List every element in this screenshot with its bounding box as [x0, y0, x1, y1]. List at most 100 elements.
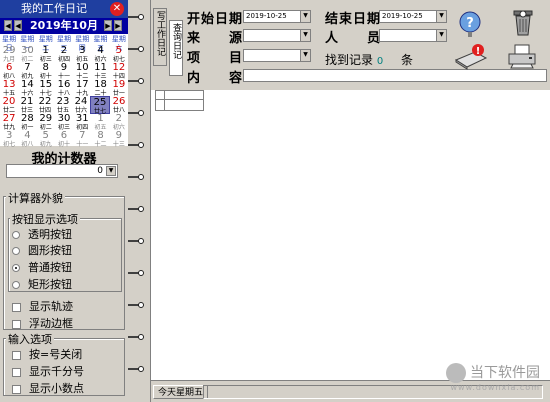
calendar-day[interactable]: 29 初二 — [37, 113, 55, 131]
radio-icon-selected[interactable] — [12, 264, 20, 272]
day-number: 7 — [79, 130, 86, 141]
close-button[interactable]: ✕ — [110, 2, 124, 16]
calendar-day[interactable]: 6 初八 — [0, 62, 18, 80]
calendar-day[interactable]: 16 十八 — [55, 79, 73, 97]
grid-cell[interactable] — [164, 99, 204, 111]
day-number: 18 — [94, 79, 107, 90]
content-input[interactable] — [243, 69, 547, 82]
checkbox-icon[interactable] — [12, 319, 21, 329]
next-month-button[interactable]: ▶ — [104, 20, 112, 31]
calendar-day[interactable]: 5 初九 — [37, 130, 55, 148]
chevron-down-icon[interactable]: ▼ — [436, 30, 446, 41]
calendar-day[interactable]: 11 十三 — [91, 62, 109, 80]
calendar-day[interactable]: 20 廿二 — [0, 96, 18, 114]
calendar-day[interactable]: 1 初五 — [91, 113, 109, 131]
check-float-border[interactable]: 浮动边框 — [12, 315, 73, 331]
chevron-down-icon[interactable]: ▼ — [436, 11, 446, 22]
weekday-label: 星期一 — [20, 35, 35, 52]
checkbox-icon[interactable] — [12, 384, 21, 394]
calendar-day[interactable]: 22 廿四 — [36, 96, 54, 114]
person-select[interactable]: ▼ — [379, 29, 447, 42]
next-year-button[interactable]: ▶ — [114, 20, 122, 31]
check-thousands[interactable]: 显示千分号 — [12, 363, 84, 379]
chevron-down-icon[interactable]: ▼ — [300, 50, 310, 61]
day-number: 22 — [38, 96, 52, 107]
calendar-day[interactable]: 21 廿三 — [18, 96, 36, 114]
item-select[interactable]: ▼ — [243, 49, 311, 62]
radio-rect[interactable]: 矩形按钮 — [12, 276, 72, 292]
start-date-picker[interactable]: 2019-10-25 ▼ — [243, 10, 311, 23]
calendar-day[interactable]: 3 初五 — [73, 45, 91, 63]
tab-write-diary[interactable]: 写工作日记 — [153, 8, 167, 66]
printer-icon[interactable] — [505, 42, 539, 70]
chevron-down-icon[interactable]: ▼ — [106, 166, 116, 176]
prev-month-button[interactable]: ◀ — [14, 20, 22, 31]
calendar-day[interactable]: 6 初十 — [55, 130, 73, 148]
calendar-day[interactable]: 13 十五 — [0, 79, 18, 97]
calendar-day[interactable]: 7 初九 — [18, 62, 36, 80]
chevron-down-icon[interactable]: ▼ — [300, 11, 310, 22]
counter-select[interactable]: 0 ▼ — [6, 164, 118, 178]
calendar-day[interactable]: 31 初四 — [73, 113, 91, 131]
calendar-day[interactable]: 5 初七 — [110, 45, 128, 63]
alert-icon[interactable]: ! — [453, 42, 489, 70]
checkbox-icon[interactable] — [12, 367, 21, 377]
calendar-day[interactable]: 3 初七 — [0, 130, 18, 148]
spiral-ring — [128, 268, 150, 278]
checkbox-icon[interactable] — [12, 302, 21, 312]
radio-icon[interactable] — [12, 281, 20, 289]
radio-icon[interactable] — [12, 247, 20, 255]
calendar-day[interactable]: 9 十一 — [55, 62, 73, 80]
end-date-picker[interactable]: 2019-10-25 ▼ — [379, 10, 447, 23]
tab-label: 写工作日记 — [155, 11, 165, 56]
calendar-day[interactable]: 10 十二 — [73, 62, 91, 80]
calendar-day[interactable]: 23 廿五 — [54, 96, 72, 114]
check-show-track[interactable]: 显示轨迹 — [12, 298, 73, 314]
tab-query-diary[interactable]: 查询日记 — [169, 20, 183, 76]
calendar-day[interactable]: 25 廿七 — [90, 96, 110, 115]
calendar-day[interactable]: 24 廿六 — [72, 96, 90, 114]
day-number: 23 — [56, 96, 70, 107]
calendar-day[interactable]: 17 十九 — [73, 79, 91, 97]
prev-year-button[interactable]: ◀ — [4, 20, 12, 31]
calendar-day[interactable]: 7 十一 — [73, 130, 91, 148]
calendar-day[interactable]: 19 廿一 — [110, 79, 128, 97]
calendar-day[interactable]: 12 十四 — [110, 62, 128, 80]
calendar-day[interactable]: 14 十六 — [18, 79, 36, 97]
chevron-down-icon[interactable]: ▼ — [300, 30, 310, 41]
calendar-day[interactable]: 29 九月 — [0, 45, 18, 63]
check-decimal[interactable]: 显示小数点 — [12, 380, 84, 396]
calendar-day[interactable]: 2 初六 — [110, 113, 128, 131]
radio-icon[interactable] — [12, 231, 20, 239]
day-number: 25 — [93, 97, 107, 108]
source-select[interactable]: ▼ — [243, 29, 311, 42]
calendar-day[interactable]: 4 初八 — [18, 130, 36, 148]
calendar-day[interactable]: 30 初三 — [55, 113, 73, 131]
calendar-day[interactable]: 28 初一 — [18, 113, 36, 131]
calendar-day[interactable]: 26 廿八 — [110, 96, 128, 114]
records-grid[interactable] — [151, 90, 550, 380]
calendar-day[interactable]: 30 初二 — [18, 45, 36, 63]
lunar-day: 十一 — [76, 141, 89, 148]
day-number: 30 — [57, 113, 71, 124]
trash-icon[interactable] — [507, 6, 539, 38]
calendar-day[interactable]: 9 十三 — [110, 130, 128, 148]
calendar-day[interactable]: 1 初三 — [37, 45, 55, 63]
check-equal-close[interactable]: 按=号关闭 — [12, 346, 82, 362]
help-icon[interactable]: ? — [455, 8, 485, 38]
radio-normal[interactable]: 普通按钮 — [12, 259, 72, 275]
calendar-day[interactable]: 4 初六 — [91, 45, 109, 63]
radio-transparent[interactable]: 透明按钮 — [12, 226, 72, 242]
calendar-day[interactable]: 15 十七 — [37, 79, 55, 97]
radio-round[interactable]: 圆形按钮 — [12, 242, 72, 258]
calendar-day[interactable]: 2 初四 — [55, 45, 73, 63]
day-number: 30 — [21, 45, 34, 56]
day-number: 29 — [39, 113, 53, 124]
lunar-day: 十三 — [112, 141, 125, 148]
calendar-day[interactable]: 27 廿九 — [0, 113, 18, 131]
tab-column: 写工作日记 查询日记 — [151, 0, 185, 90]
calendar-day[interactable]: 8 十二 — [91, 130, 109, 148]
checkbox-icon[interactable] — [12, 350, 21, 360]
calendar-day[interactable]: 18 二十 — [91, 79, 109, 97]
calendar-day[interactable]: 8 初十 — [37, 62, 55, 80]
